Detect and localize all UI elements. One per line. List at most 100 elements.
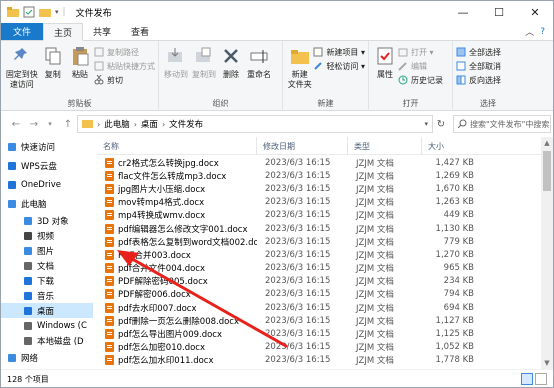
file-row[interactable]: PDF解密006.docx 2023/6/3 16:15 JZJM 文档 794 KB xyxy=(97,288,541,301)
file-size: 1,778 KB xyxy=(435,355,474,366)
refresh-button[interactable]: ↻ xyxy=(433,115,449,133)
file-date: 2023/6/3 16:15 xyxy=(265,329,331,340)
new-item-button[interactable]: 新建项目 ▾ xyxy=(313,46,365,58)
invert-selection-button[interactable]: 反向选择 xyxy=(456,74,501,86)
copy-path-button[interactable]: 复制路径 xyxy=(94,46,155,58)
file-row[interactable]: pdf编辑器怎么修改文字001.docx 2023/6/3 16:15 JZJM 文… xyxy=(97,222,541,235)
file-type: JZJM 文档 xyxy=(356,211,394,222)
nav-item[interactable]: 网络 xyxy=(1,348,93,367)
file-size: 1,269 KB xyxy=(435,170,474,181)
select-all-button[interactable]: 全部选择 xyxy=(456,46,501,58)
nav-item[interactable]: 文档 xyxy=(1,258,93,273)
address-dropdown-icon[interactable]: ▾ xyxy=(424,120,428,128)
nav-item[interactable]: 3D 对象 xyxy=(1,213,93,228)
scroll-down-arrow-icon[interactable]: ▼ xyxy=(541,357,553,369)
address-bar[interactable]: › 此电脑 › 桌面 › 文件发布 ▾ xyxy=(77,115,433,133)
nav-item[interactable]: 桌面 xyxy=(1,303,93,318)
file-row[interactable]: pdf去水印007.docx 2023/6/3 16:15 JZJM 文档 694 K… xyxy=(97,301,541,314)
new-item-label: 新建项目 ▾ xyxy=(326,47,365,57)
file-type: JZJM 文档 xyxy=(356,330,394,341)
file-row[interactable]: cr2格式怎么转换jpg.docx 2023/6/3 16:15 JZJM 文档 1,… xyxy=(97,156,541,169)
paste-shortcut-button[interactable]: 粘贴快捷方式 xyxy=(94,60,155,72)
document-icon xyxy=(105,157,114,168)
file-date: 2023/6/3 16:15 xyxy=(265,342,331,353)
nav-item[interactable]: WPS云盘 xyxy=(1,156,93,175)
close-button[interactable]: ✕ xyxy=(517,1,553,23)
properties-quick-icon[interactable] xyxy=(23,6,35,18)
tab-file[interactable]: 文件 xyxy=(1,23,44,40)
search-box[interactable]: 搜索"文件发布"中搜索 xyxy=(453,115,551,133)
file-size: 449 KB xyxy=(443,210,474,221)
details-view-icon[interactable] xyxy=(521,373,533,385)
nav-item[interactable]: 视频 xyxy=(1,228,93,243)
file-row[interactable]: pdf删除一页怎么删除008.docx 2023/6/3 16:15 JZJM 文档… xyxy=(97,314,541,327)
up-button[interactable]: ↑ xyxy=(61,119,75,130)
recent-locations-button[interactable]: ▾ xyxy=(43,120,57,128)
breadcrumb-desktop[interactable]: 桌面 xyxy=(141,118,158,130)
new-folder-label: 新建 文件夹 xyxy=(287,70,312,89)
column-header-date[interactable]: 修改日期 xyxy=(257,137,348,155)
nav-item[interactable]: OneDrive xyxy=(1,175,93,194)
back-button[interactable]: ← xyxy=(9,119,23,130)
address-folder-icon xyxy=(82,118,93,131)
file-type: JZJM 文档 xyxy=(356,316,394,327)
file-row[interactable]: pdf怎么导出图片009.docx 2023/6/3 16:15 JZJM 文档 1,… xyxy=(97,327,541,340)
large-icons-view-icon[interactable] xyxy=(535,373,547,385)
nav-item[interactable]: 此电脑 xyxy=(1,194,93,213)
file-row[interactable]: flac文件怎么转成mp3.docx 2023/6/3 16:15 JZJM 文档 1… xyxy=(97,169,541,182)
select-none-button[interactable]: 全部取消 xyxy=(456,60,501,72)
file-row[interactable]: PDF合并003.docx 2023/6/3 16:15 JZJM 文档 1,270 … xyxy=(97,248,541,261)
collapse-ribbon-icon[interactable]: ︿ xyxy=(525,25,534,38)
file-row[interactable]: pdf怎么加密010.docx 2023/6/3 16:15 JZJM 文档 1,05… xyxy=(97,341,541,354)
new-folder-quick-icon[interactable] xyxy=(39,6,51,18)
nav-item[interactable]: 图片 xyxy=(1,243,93,258)
window-title: 文件发布 xyxy=(75,8,112,19)
scroll-up-arrow-icon[interactable]: ▲ xyxy=(541,137,553,149)
tab-view[interactable]: 查看 xyxy=(121,23,159,40)
ribbon-group-clipboard: 固定到快 速访问 复制 粘贴 复制路径 粘贴快捷方式 剪切 剪贴板 xyxy=(1,41,159,111)
open-button[interactable]: 打开 ▾ xyxy=(398,46,443,58)
breadcrumb-this-pc[interactable]: 此电脑 xyxy=(104,118,130,130)
file-row[interactable]: PDF解除密码005.docx 2023/6/3 16:15 JZJM 文档 234 … xyxy=(97,275,541,288)
file-row[interactable]: pdf怎么加水印011.docx 2023/6/3 16:15 JZJM 文档 1,7… xyxy=(97,354,541,367)
tab-share[interactable]: 共享 xyxy=(83,23,121,40)
breadcrumb-current-folder[interactable]: 文件发布 xyxy=(169,118,203,130)
nav-item[interactable]: 本地磁盘 (D xyxy=(1,333,93,348)
file-row[interactable]: pdf合并文件004.docx 2023/6/3 16:15 JZJM 文档 965 … xyxy=(97,262,541,275)
nav-item[interactable]: Windows (C xyxy=(1,318,93,333)
paste-shortcut-icon xyxy=(94,61,104,71)
file-date: 2023/6/3 16:15 xyxy=(265,302,331,313)
file-row[interactable]: mov转mp4格式.docx 2023/6/3 16:15 JZJM 文档 1,263… xyxy=(97,196,541,209)
easy-access-button[interactable]: 轻松访问 ▾ xyxy=(313,60,365,72)
column-header-name[interactable]: 名称 xyxy=(97,137,257,155)
file-date: 2023/6/3 16:15 xyxy=(265,157,331,168)
help-icon[interactable]: ? xyxy=(540,27,545,37)
minimize-button[interactable]: — xyxy=(445,1,481,23)
file-list-scrollbar[interactable]: ▲ ▼ xyxy=(541,137,553,369)
view-buttons xyxy=(521,373,547,385)
cut-button[interactable]: 剪切 xyxy=(94,74,155,86)
history-button[interactable]: 历史记录 xyxy=(398,74,443,86)
ribbon-group-open: 属性 打开 ▾ 编辑 历史记录 打开 xyxy=(369,41,453,111)
delete-icon xyxy=(219,44,243,68)
customize-quick-access-icon[interactable]: ▾ xyxy=(55,8,59,16)
nav-item-label: 此电脑 xyxy=(21,199,47,210)
drive-icon xyxy=(23,321,33,331)
nav-item-label: 桌面 xyxy=(37,306,55,317)
file-name: pdf怎么加密010.docx xyxy=(118,343,206,354)
column-header-type[interactable]: 类型 xyxy=(348,137,422,155)
nav-item[interactable]: 下载 xyxy=(1,273,93,288)
scrollbar-thumb[interactable] xyxy=(543,151,551,191)
nav-item[interactable]: 快速访问 xyxy=(1,137,93,156)
paste-label: 粘贴 xyxy=(71,70,88,79)
nav-item-label: 视频 xyxy=(37,231,55,242)
nav-item[interactable]: 音乐 xyxy=(1,288,93,303)
file-row[interactable]: pdf表格怎么复制到word文档002.docx 2023/6/3 16:15 JZ… xyxy=(97,235,541,248)
column-header-size[interactable]: 大小 xyxy=(422,137,482,155)
file-row[interactable]: jpg图片大小压缩.docx 2023/6/3 16:15 JZJM 文档 1,670… xyxy=(97,182,541,195)
edit-button[interactable]: 编辑 xyxy=(398,60,443,72)
maximize-button[interactable]: ☐ xyxy=(481,1,517,23)
tab-home[interactable]: 主页 xyxy=(43,23,84,41)
file-row[interactable]: mp4转换成wmv.docx 2023/6/3 16:15 JZJM 文档 449 K… xyxy=(97,209,541,222)
forward-button[interactable]: → xyxy=(27,119,41,130)
